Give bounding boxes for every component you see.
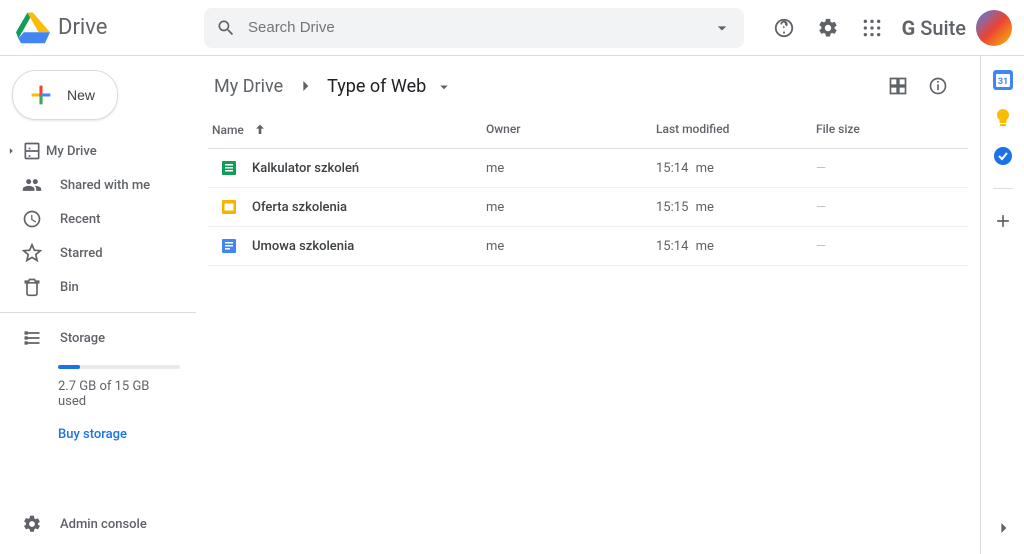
- column-owner[interactable]: Owner: [486, 122, 656, 138]
- column-size[interactable]: File size: [816, 122, 968, 138]
- breadcrumb-current[interactable]: Type of Web: [321, 72, 459, 101]
- svg-text:31: 31: [997, 77, 1007, 87]
- drive-icon: [16, 11, 50, 45]
- chevron-right-icon: [993, 518, 1013, 538]
- column-name[interactable]: Name: [208, 122, 486, 138]
- docs-icon: [220, 237, 238, 255]
- sidebar-item-label: Starred: [60, 246, 103, 261]
- collapse-rail-button[interactable]: [993, 518, 1013, 538]
- tasks-app-icon[interactable]: [993, 146, 1013, 166]
- info-icon: [928, 76, 948, 96]
- recent-icon: [22, 209, 42, 229]
- sort-arrow-up-icon: [252, 122, 268, 138]
- avatar[interactable]: [976, 10, 1012, 46]
- buy-storage-link[interactable]: Buy storage: [58, 427, 180, 442]
- cell-owner: me: [486, 239, 656, 254]
- sidebar: New My Drive Shared with me Recent Starr…: [0, 56, 196, 554]
- sidebar-item-label: My Drive: [46, 144, 97, 159]
- plus-icon: [27, 81, 55, 109]
- keep-app-icon[interactable]: [993, 108, 1013, 128]
- sidebar-item-bin[interactable]: Bin: [0, 270, 186, 304]
- admin-label: Admin console: [60, 517, 147, 532]
- app-header: Drive G G SuiteSuite: [0, 0, 1024, 56]
- cell-modified: 15:14 me: [656, 161, 816, 176]
- details-button[interactable]: [920, 68, 956, 104]
- dropdown-icon: [435, 78, 453, 96]
- sidebar-item-shared[interactable]: Shared with me: [0, 168, 186, 202]
- help-icon: [773, 17, 795, 39]
- admin-gear-icon: [22, 514, 42, 534]
- search-icon: [216, 18, 236, 38]
- storage-bar: [58, 365, 180, 369]
- gsuite-label: G G SuiteSuite: [902, 16, 966, 40]
- right-rail: 31: [980, 56, 1024, 554]
- table-header: Name Owner Last modified File size: [208, 112, 968, 149]
- slides-icon: [220, 198, 238, 216]
- mydrive-icon: [22, 141, 42, 161]
- calendar-app-icon[interactable]: 31: [993, 70, 1013, 90]
- new-button-label: New: [67, 87, 95, 103]
- file-name: Umowa szkolenia: [252, 239, 354, 254]
- cell-owner: me: [486, 161, 656, 176]
- sidebar-item-label: Storage: [60, 331, 105, 346]
- cell-size: —: [816, 239, 968, 254]
- drive-logo[interactable]: Drive: [16, 11, 196, 45]
- table-row[interactable]: Kalkulator szkoleń me 15:14 me —: [208, 149, 968, 188]
- sidebar-item-label: Recent: [60, 212, 100, 227]
- sidebar-item-recent[interactable]: Recent: [0, 202, 186, 236]
- cell-size: —: [816, 161, 968, 176]
- add-app-icon[interactable]: [993, 211, 1013, 231]
- gear-icon: [817, 17, 839, 39]
- sidebar-item-label: Shared with me: [60, 178, 150, 193]
- breadcrumb-root[interactable]: My Drive: [208, 72, 289, 101]
- shared-icon: [22, 175, 42, 195]
- star-icon: [22, 243, 42, 263]
- storage-icon: [22, 328, 42, 348]
- new-button[interactable]: New: [12, 70, 118, 120]
- sidebar-item-starred[interactable]: Starred: [0, 236, 186, 270]
- grid-icon: [888, 76, 908, 96]
- cell-size: —: [816, 200, 968, 215]
- file-name: Oferta szkolenia: [252, 200, 347, 215]
- sidebar-item-mydrive[interactable]: My Drive: [0, 134, 186, 168]
- storage-used-text: 2.7 GB of 15 GB used: [58, 379, 180, 409]
- cell-owner: me: [486, 200, 656, 215]
- help-button[interactable]: [764, 8, 804, 48]
- main-content: My Drive Type of Web: [196, 56, 980, 554]
- chevron-right-icon: [295, 76, 315, 96]
- sidebar-item-storage[interactable]: Storage: [0, 321, 186, 355]
- cell-modified: 15:15 me: [656, 200, 816, 215]
- apps-button[interactable]: [852, 8, 892, 48]
- column-modified[interactable]: Last modified: [656, 122, 816, 138]
- file-table: Name Owner Last modified File size Kalku…: [196, 112, 980, 266]
- expand-icon: [4, 144, 18, 158]
- search-bar[interactable]: [204, 8, 744, 48]
- table-row[interactable]: Oferta szkolenia me 15:15 me —: [208, 188, 968, 227]
- search-dropdown-icon[interactable]: [712, 18, 732, 38]
- app-name: Drive: [58, 15, 107, 40]
- sheets-icon: [220, 159, 238, 177]
- apps-icon: [862, 18, 882, 38]
- grid-view-button[interactable]: [880, 68, 916, 104]
- storage-block: 2.7 GB of 15 GB used Buy storage: [0, 355, 196, 450]
- trash-icon: [22, 277, 42, 297]
- settings-button[interactable]: [808, 8, 848, 48]
- search-input[interactable]: [248, 19, 700, 36]
- admin-console-button[interactable]: Admin console: [0, 504, 196, 554]
- sidebar-item-label: Bin: [60, 280, 79, 295]
- file-name: Kalkulator szkoleń: [252, 161, 359, 176]
- cell-modified: 15:14 me: [656, 239, 816, 254]
- table-row[interactable]: Umowa szkolenia me 15:14 me —: [208, 227, 968, 266]
- breadcrumb: My Drive Type of Web: [208, 72, 459, 101]
